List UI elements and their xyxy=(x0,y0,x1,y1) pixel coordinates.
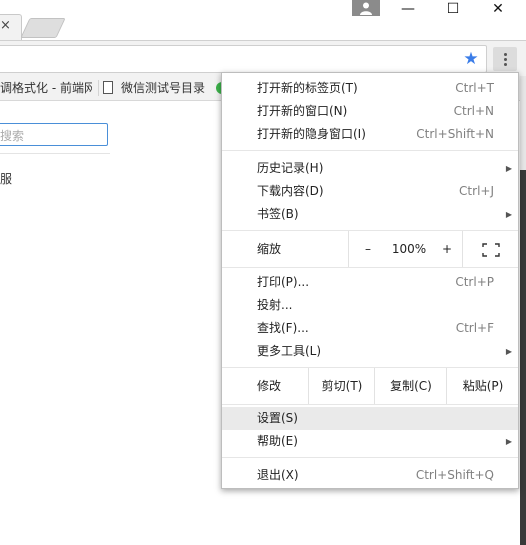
fullscreen-icon xyxy=(482,242,500,257)
submenu-arrow-icon: ▶ xyxy=(505,347,512,356)
menu-item-history[interactable]: 历史记录(H) ▶ xyxy=(222,157,518,180)
minimize-button[interactable]: — xyxy=(386,0,430,18)
window-edge xyxy=(520,170,526,545)
menu-item-label: 查找(F)... xyxy=(257,321,309,335)
search-placeholder: 搜索 xyxy=(0,129,25,143)
menu-item-incognito[interactable]: 打开新的隐身窗口(I) Ctrl+Shift+N xyxy=(222,123,518,146)
menu-item-label: 打印(P)... xyxy=(257,275,310,289)
menu-item-label: 投射... xyxy=(257,298,293,312)
menu-item-find[interactable]: 查找(F)... Ctrl+F xyxy=(222,317,518,340)
zoom-label: 缩放 xyxy=(257,242,282,256)
menu-item-help[interactable]: 帮助(E) ▶ xyxy=(222,430,518,453)
menu-item-label: 书签(B) xyxy=(257,207,299,221)
shortcut: Ctrl+J xyxy=(459,184,494,198)
bookmark-item[interactable]: 调格式化 - 前端网 xyxy=(0,78,92,98)
divider xyxy=(0,153,110,154)
menu-item-label: 下载内容(D) xyxy=(257,184,324,198)
tab-close-icon[interactable]: × xyxy=(0,18,12,34)
bookmark-item[interactable]: 微信测试号目录 xyxy=(121,78,205,98)
cut-button[interactable]: 剪切(T) xyxy=(308,368,375,404)
menu-item-exit[interactable]: 退出(X) Ctrl+Shift+Q xyxy=(222,464,518,487)
menu-item-label: 打开新的隐身窗口(I) xyxy=(257,127,366,141)
menu-item-new-tab[interactable]: 打开新的标签页(T) Ctrl+T xyxy=(222,77,518,100)
menu-item-settings[interactable]: 设置(S) xyxy=(222,407,518,430)
menu-item-cast[interactable]: 投射... xyxy=(222,294,518,317)
menu-item-label: 帮助(E) xyxy=(257,434,298,448)
menu-item-label: 设置(S) xyxy=(257,411,298,425)
shortcut: Ctrl+N xyxy=(453,104,494,118)
close-window-button[interactable]: ✕ xyxy=(476,0,520,18)
menu-button[interactable] xyxy=(493,47,517,71)
scrollbar-track xyxy=(520,76,526,170)
page-text: 服 xyxy=(0,172,13,186)
browser-menu: 打开新的标签页(T) Ctrl+T 打开新的窗口(N) Ctrl+N 打开新的隐… xyxy=(221,72,519,489)
zoom-value: 100% xyxy=(391,242,427,256)
menu-item-label: 打开新的窗口(N) xyxy=(257,104,348,118)
three-dots-vertical-icon xyxy=(503,52,507,56)
shortcut: Ctrl+Shift+Q xyxy=(415,468,494,482)
zoom-out-button[interactable]: – xyxy=(348,231,387,267)
menu-item-label: 退出(X) xyxy=(257,468,299,482)
address-bar[interactable] xyxy=(0,45,487,73)
menu-divider xyxy=(222,267,518,268)
fullscreen-button[interactable] xyxy=(462,231,519,267)
menu-divider xyxy=(222,404,518,405)
shortcut: Ctrl+P xyxy=(455,275,494,289)
shortcut: Ctrl+F xyxy=(455,321,494,335)
menu-edit-row: 修改 剪切(T) 复制(C) 粘贴(P) xyxy=(222,368,518,404)
menu-item-label: 打开新的标签页(T) xyxy=(257,81,358,95)
submenu-arrow-icon: ▶ xyxy=(505,437,512,446)
menu-item-label: 更多工具(L) xyxy=(257,344,322,358)
menu-item-more-tools[interactable]: 更多工具(L) ▶ xyxy=(222,340,518,363)
maximize-button[interactable]: ☐ xyxy=(431,0,475,18)
menu-zoom-row: 缩放 – 100% + xyxy=(222,231,518,267)
document-icon xyxy=(103,81,113,94)
submenu-arrow-icon: ▶ xyxy=(505,164,512,173)
star-icon[interactable]: ★ xyxy=(461,49,481,69)
menu-item-downloads[interactable]: 下载内容(D) Ctrl+J xyxy=(222,180,518,203)
person-icon xyxy=(360,2,372,15)
menu-item-new-window[interactable]: 打开新的窗口(N) Ctrl+N xyxy=(222,100,518,123)
edit-label: 修改 xyxy=(257,379,282,393)
paste-button[interactable]: 粘贴(P) xyxy=(446,368,519,404)
submenu-arrow-icon: ▶ xyxy=(505,210,512,219)
menu-item-label: 历史记录(H) xyxy=(257,161,324,175)
zoom-in-button[interactable]: + xyxy=(432,231,462,267)
menu-divider xyxy=(222,150,518,151)
menu-divider xyxy=(222,457,518,458)
bookmark-divider xyxy=(98,80,99,96)
copy-button[interactable]: 复制(C) xyxy=(374,368,447,404)
menu-item-print[interactable]: 打印(P)... Ctrl+P xyxy=(222,271,518,294)
shortcut: Ctrl+T xyxy=(455,81,494,95)
shortcut: Ctrl+Shift+N xyxy=(416,127,494,141)
menu-item-bookmarks[interactable]: 书签(B) ▶ xyxy=(222,203,518,226)
